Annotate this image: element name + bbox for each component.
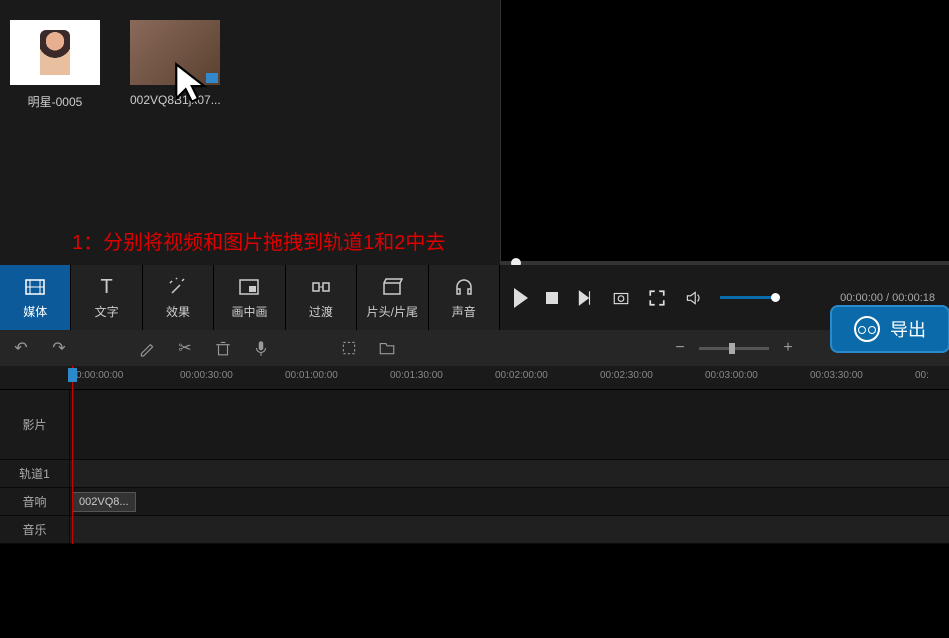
timeline-toolbar: ↶ ↷ ✂ − +: [0, 330, 949, 366]
export-label: 导出: [890, 316, 926, 342]
step-forward-button[interactable]: [576, 289, 594, 307]
track-label: 影片: [0, 390, 70, 459]
media-thumbnail: [130, 20, 220, 85]
effects-icon: [166, 275, 190, 299]
snapshot-button[interactable]: [612, 289, 630, 307]
track-label: 轨道1: [0, 460, 70, 487]
media-icon: [23, 275, 47, 299]
video-badge-icon: [206, 73, 218, 83]
media-item[interactable]: 明星-0005: [10, 20, 100, 110]
tab-pip[interactable]: 画中画: [214, 265, 285, 330]
cut-button[interactable]: ✂: [176, 339, 194, 357]
media-thumbnail: [10, 20, 100, 85]
tab-label: 效果: [166, 303, 190, 320]
edit-button[interactable]: [138, 339, 156, 357]
audio-clip[interactable]: 002VQ8...: [72, 492, 136, 512]
playhead: [72, 366, 73, 544]
media-item-label: 明星-0005: [28, 93, 83, 110]
film-reel-icon: [854, 316, 880, 342]
undo-button[interactable]: ↶: [12, 339, 30, 357]
text-icon: T: [101, 275, 113, 299]
track-video[interactable]: 影片: [0, 390, 949, 460]
media-item-label: 002VQ8B1jx07...: [130, 93, 221, 107]
track-label: 音响: [0, 488, 70, 515]
volume-slider[interactable]: [720, 296, 780, 299]
playhead-handle[interactable]: [68, 368, 77, 382]
delete-button[interactable]: [214, 339, 232, 357]
preview-panel: [500, 0, 949, 265]
track-1[interactable]: 轨道1: [0, 460, 949, 488]
zoom-out-button[interactable]: −: [671, 339, 689, 357]
headphones-icon: [452, 275, 476, 299]
tab-text[interactable]: T 文字: [71, 265, 142, 330]
voiceover-button[interactable]: [252, 339, 270, 357]
media-library-panel: 明星-0005 002VQ8B1jx07... 1：分别将视频和图片拖拽到轨道1…: [0, 0, 500, 265]
track-music[interactable]: 音乐: [0, 516, 949, 544]
track-audio-fx[interactable]: 音响 002VQ8...: [0, 488, 949, 516]
volume-button[interactable]: [684, 289, 702, 307]
timeline: 0:00:00:00 00:00:30:00 00:01:00:00 00:01…: [0, 366, 949, 544]
tab-audio[interactable]: 声音: [429, 265, 500, 330]
tab-media[interactable]: 媒体: [0, 265, 71, 330]
stop-button[interactable]: [546, 292, 558, 304]
tab-intros[interactable]: 片头/片尾: [357, 265, 428, 330]
transition-icon: [309, 275, 333, 299]
tab-label: 片头/片尾: [367, 303, 418, 320]
tab-label: 过渡: [309, 303, 333, 320]
crop-button[interactable]: [340, 339, 358, 357]
timeline-ruler[interactable]: 0:00:00:00 00:00:30:00 00:01:00:00 00:01…: [0, 366, 949, 390]
tab-label: 画中画: [231, 303, 267, 320]
tab-transition[interactable]: 过渡: [286, 265, 357, 330]
fullscreen-button[interactable]: [648, 289, 666, 307]
annotation-text: 1：分别将视频和图片拖拽到轨道1和2中去: [72, 226, 445, 255]
pip-icon: [237, 275, 261, 299]
media-item[interactable]: 002VQ8B1jx07...: [130, 20, 221, 110]
tab-effects[interactable]: 效果: [143, 265, 214, 330]
export-button[interactable]: 导出: [830, 305, 949, 353]
zoom-slider[interactable]: [699, 347, 769, 350]
tab-label: 媒体: [23, 303, 47, 320]
tab-label: 声音: [452, 303, 476, 320]
track-label: 音乐: [0, 516, 70, 543]
time-display: 00:00:00 / 00:00:18: [840, 292, 935, 304]
zoom-in-button[interactable]: +: [779, 339, 797, 357]
redo-button[interactable]: ↷: [50, 339, 68, 357]
folder-button[interactable]: [378, 339, 396, 357]
clapboard-icon: [380, 275, 404, 299]
tab-label: 文字: [95, 303, 119, 320]
play-button[interactable]: [514, 288, 528, 308]
playback-controls: 00:00:00 / 00:00:18 导出: [500, 265, 949, 330]
